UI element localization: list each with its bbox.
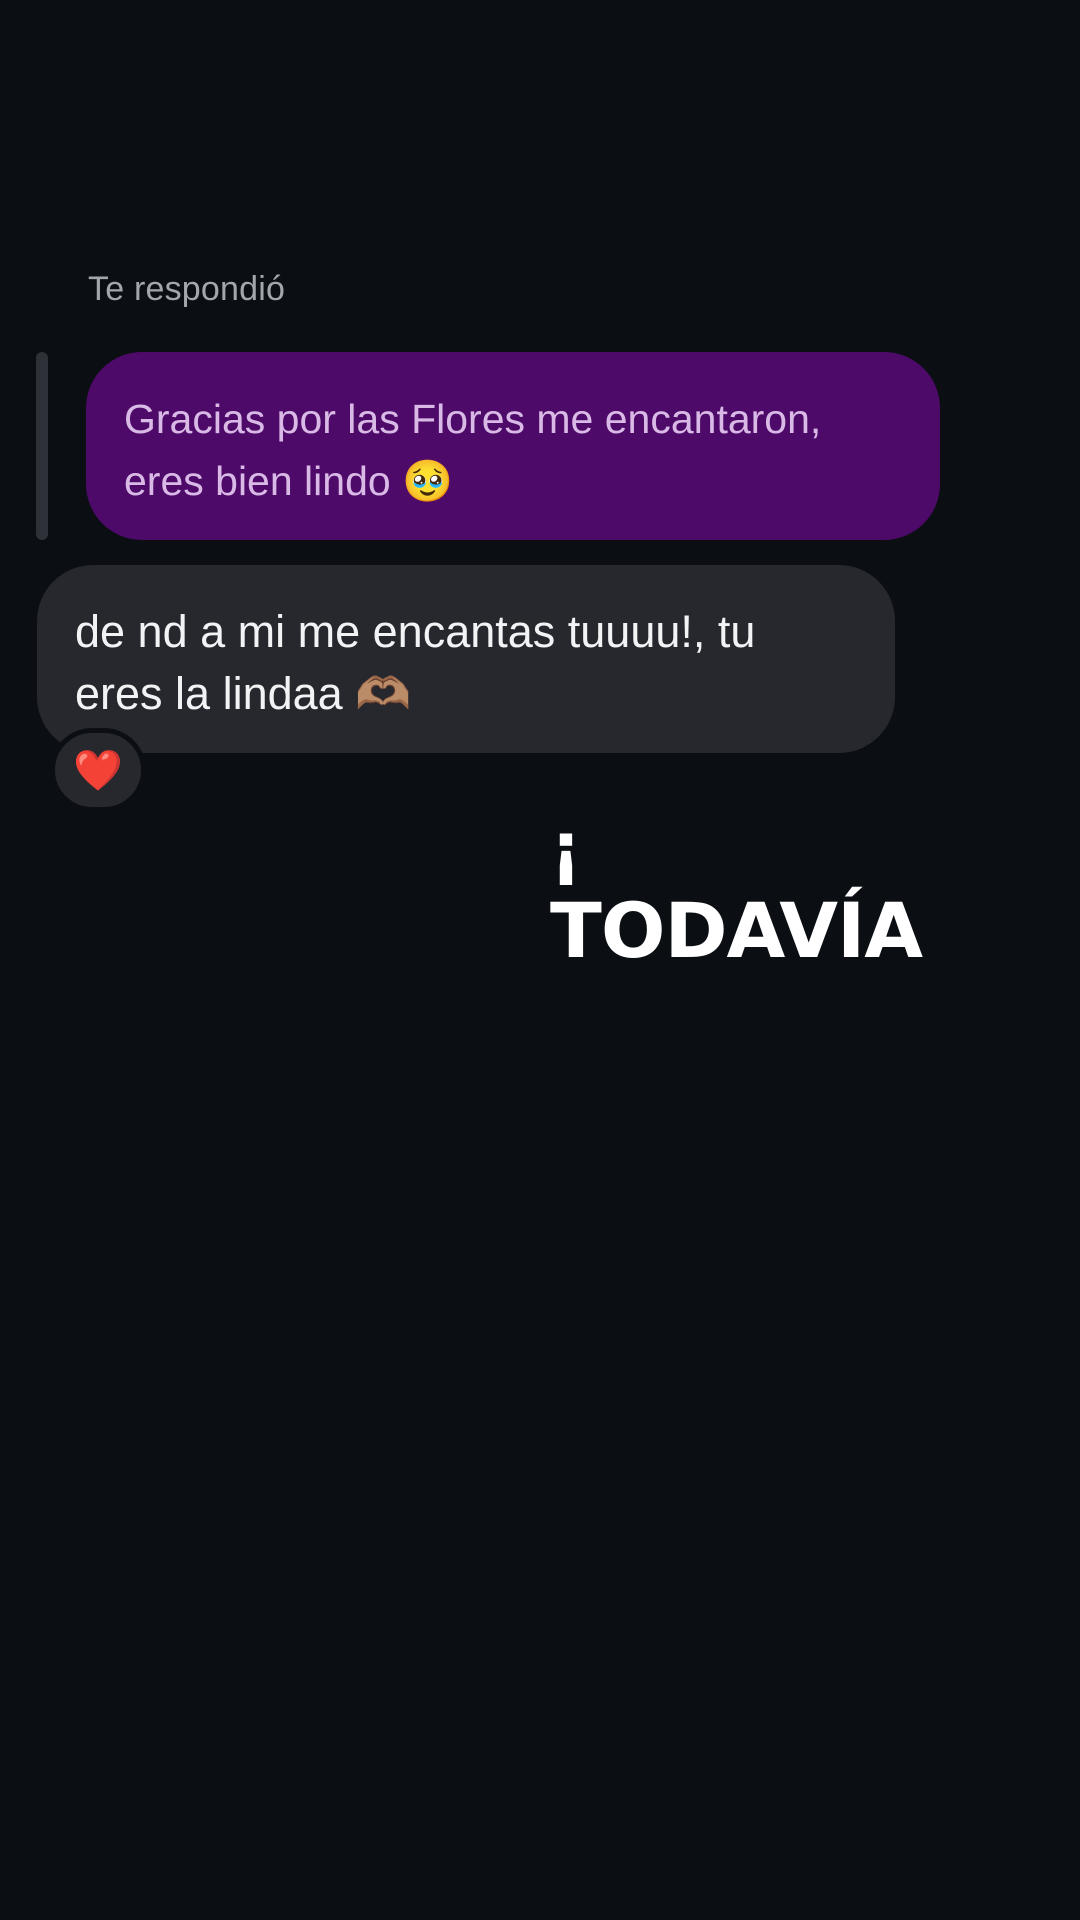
quoted-message-text: Gracias por las Flores me encantaron, er…	[124, 396, 822, 504]
heart-icon: ❤️	[73, 748, 123, 793]
replied-to-you-label: Te respondió	[88, 270, 286, 308]
reply-message-text: de nd a mi me encantas tuuuu!, tu eres l…	[75, 606, 756, 719]
reply-message-bubble[interactable]: de nd a mi me encantas tuuuu!, tu eres l…	[37, 565, 895, 753]
overlay-caption: ¡ TODAVÍA	[550, 807, 923, 975]
quoted-message-bubble[interactable]: Gracias por las Flores me encantaron, er…	[86, 352, 940, 540]
overlay-caption-word: TODAVÍA	[550, 886, 923, 975]
chat-screen: { "reply_context": { "label": "Te respon…	[0, 0, 1080, 1920]
heart-reaction-badge[interactable]: ❤️	[50, 728, 146, 812]
reply-indicator-bar	[36, 352, 48, 540]
overlay-caption-exclamation: ¡	[550, 807, 582, 889]
